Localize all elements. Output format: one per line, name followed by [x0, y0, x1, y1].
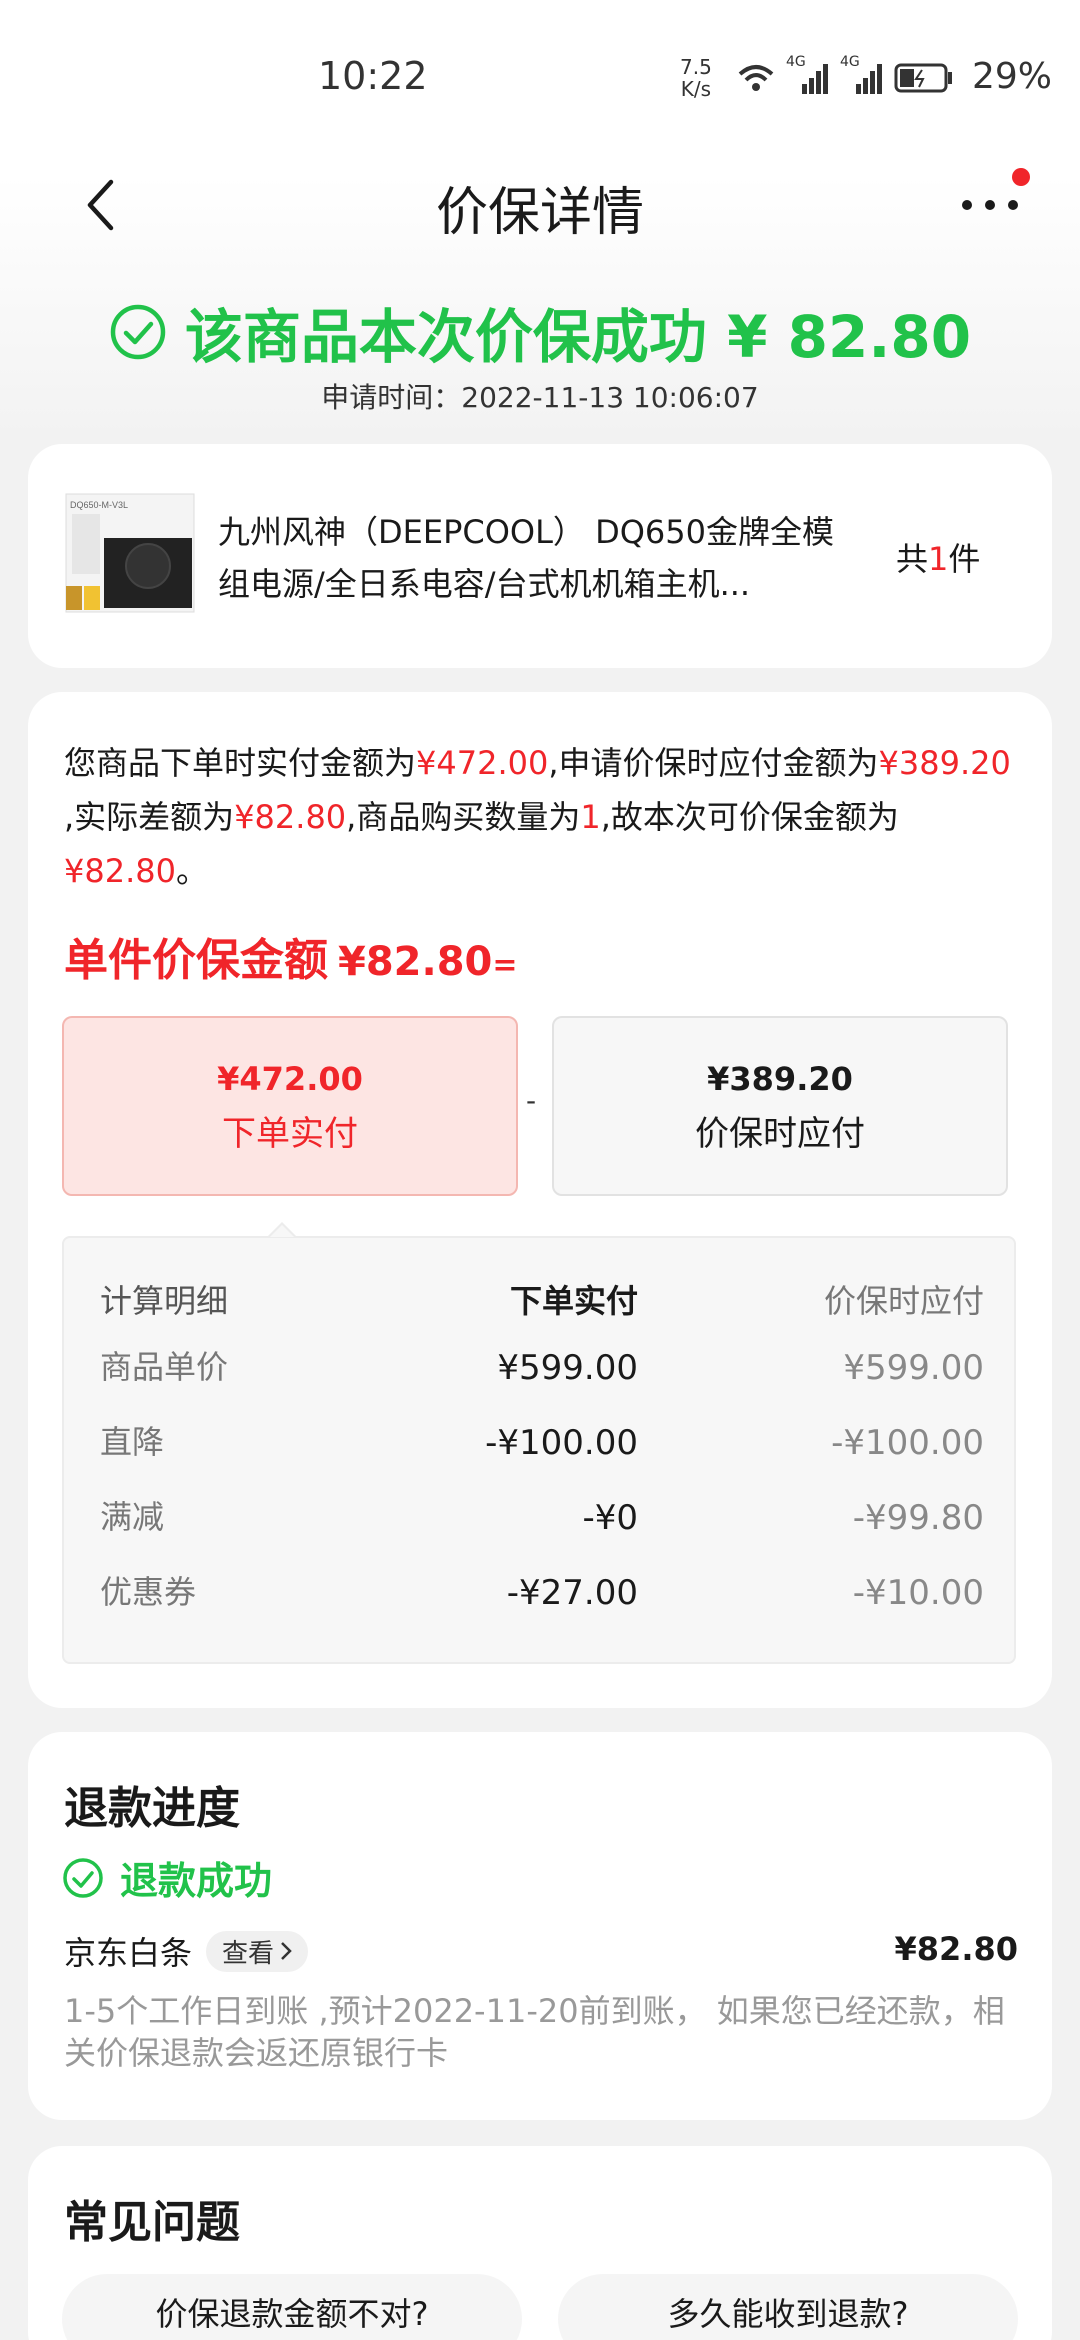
protect-box-amount: ¥389.20 [707, 1060, 853, 1098]
power-supply-image: DQ650-M-V3L [65, 493, 195, 613]
faq-item-amount-wrong[interactable]: 价保退款金额不对? [62, 2274, 522, 2340]
refund-status-text: 退款成功 [120, 1859, 273, 1903]
success-text: 该商品本次价保成功 ¥ 82.80 [184, 303, 972, 371]
unit-price-protect: 单件价保金额 ¥82.80 = [64, 924, 518, 988]
refund-title: 退款进度 [64, 1783, 240, 1834]
minus-sign: - [526, 1084, 537, 1117]
check-circle-icon [63, 1857, 103, 1898]
calc-row-label: 优惠券 [100, 1573, 197, 1611]
paid-box[interactable]: ¥472.00 下单实付 [62, 1016, 518, 1196]
calc-header-label: 计算明细 [100, 1282, 229, 1320]
product-count: 共1件 [896, 534, 980, 580]
refund-note: 1-5个工作日到账 ,预计2022-11-20前到账， 如果您已经还款，相关价保… [64, 1992, 1005, 2072]
final-amount: ¥82.80 [64, 852, 176, 890]
calc-row-paid: ¥599.00 [497, 1348, 638, 1388]
faq-item-refund-time[interactable]: 多久能收到退款? [558, 2274, 1018, 2340]
diff-amount: ¥82.80 [234, 798, 347, 836]
calc-row: 商品单价 ¥599.00 ¥599.00 [64, 1348, 1018, 1408]
calc-header-protect: 价保时应付 [823, 1282, 984, 1320]
nav-bar: 价保详情 [0, 150, 1080, 260]
calc-row-label: 商品单价 [100, 1348, 229, 1386]
calc-row-label: 直降 [100, 1423, 165, 1461]
calc-row-label: 满减 [100, 1498, 165, 1536]
product-name: 九州风神（DEEPCOOL） DQ650金牌全模组电源/全日系电容/台式机机箱主… [218, 513, 835, 603]
calc-row-protect: -¥10.00 [852, 1573, 984, 1613]
battery-icon [894, 63, 952, 93]
refund-progress-card: 退款进度 退款成功 京东白条 查看 ¥82.80 1-5个工作日到账 ,预计20… [28, 1732, 1052, 2120]
desc-part-4: ,商品购买数量为 [346, 798, 581, 836]
unit-label: 单件价保金额 [64, 935, 328, 986]
notification-dot [1012, 168, 1030, 186]
calc-row-paid: -¥100.00 [485, 1423, 638, 1463]
chevron-right-icon [281, 1942, 292, 1960]
status-bar: 10:22 7.5 K/s 4G 4G 29% [0, 0, 1080, 150]
price-protect-detail-card: 您商品下单时实付金额为¥472.00,申请价保时应付金额为¥389.20 ,实际… [28, 692, 1052, 1708]
faq-card: 常见问题 价保退款金额不对? 多久能收到退款? [28, 2146, 1052, 2340]
protect-amount: ¥389.20 [878, 744, 1011, 782]
equals-sign: = [492, 948, 518, 983]
signal-icon-2: 4G [840, 54, 884, 96]
net-speed-unit: K/s [680, 77, 712, 101]
calc-header-paid: 下单实付 [509, 1282, 638, 1320]
desc-part-3: ,实际差额为 [64, 798, 235, 836]
success-banner: 该商品本次价保成功 ¥ 82.80 [0, 290, 1080, 374]
calc-row-paid: -¥0 [582, 1498, 638, 1538]
unit-amount: ¥82.80 [338, 939, 493, 985]
count-prefix: 共 [896, 540, 929, 578]
paid-box-label: 下单实付 [222, 1114, 358, 1154]
calc-table: 计算明细 下单实付 价保时应付 商品单价 ¥599.00 ¥599.00 直降 … [62, 1236, 1016, 1664]
calc-header-row: 计算明细 下单实付 价保时应付 [64, 1276, 1018, 1336]
quantity: 1 [580, 798, 601, 836]
protect-box-label: 价保时应付 [695, 1114, 865, 1154]
desc-part-5: ,故本次可价保金额为 [600, 798, 899, 836]
net-speed: 7.5 K/s [680, 56, 712, 100]
calc-pointer-inner [270, 1225, 294, 1237]
back-button[interactable] [70, 170, 130, 240]
product-image-label: DQ650-M-V3L [70, 500, 128, 510]
chevron-left-icon [87, 179, 114, 231]
refund-method-label: 京东白条 [64, 1934, 193, 1972]
refund-amount: ¥82.80 [894, 1930, 1018, 1968]
signal-icon-1: 4G [786, 54, 830, 96]
status-time: 10:22 [318, 54, 428, 98]
product-card[interactable]: DQ650-M-V3L 九州风神（DEEPCOOL） DQ650金牌全模组电源/… [28, 444, 1052, 668]
paid-box-amount: ¥472.00 [217, 1060, 363, 1098]
calc-row: 优惠券 -¥27.00 -¥10.00 [64, 1573, 1018, 1633]
count-value: 1 [928, 540, 949, 578]
refund-status: 退款成功 [62, 1850, 272, 1905]
calc-row-protect: ¥599.00 [843, 1348, 984, 1388]
calc-row: 直降 -¥100.00 -¥100.00 [64, 1423, 1018, 1483]
calc-row-protect: -¥99.80 [852, 1498, 984, 1538]
desc-part-6: 。 [175, 852, 208, 890]
refund-method: 京东白条 查看 [64, 1928, 309, 1974]
calc-row-paid: -¥27.00 [506, 1573, 638, 1613]
desc-part-1: 您商品下单时实付金额为 [64, 744, 417, 782]
calc-row-protect: -¥100.00 [831, 1423, 984, 1463]
more-icon [962, 200, 1018, 210]
view-label: 查看 [222, 1938, 275, 1969]
detail-description: 您商品下单时实付金额为¥472.00,申请价保时应付金额为¥389.20 ,实际… [64, 736, 1024, 898]
wifi-icon [738, 65, 774, 91]
desc-part-2: ,申请价保时应付金额为 [548, 744, 879, 782]
check-circle-icon [110, 304, 166, 360]
product-image[interactable]: DQ650-M-V3L [64, 488, 196, 620]
protect-box[interactable]: ¥389.20 价保时应付 [552, 1016, 1008, 1196]
battery-percent: 29% [972, 56, 1053, 97]
status-icons: 4G 4G [736, 54, 954, 98]
calc-row: 满减 -¥0 -¥99.80 [64, 1498, 1018, 1558]
page-title: 价保详情 [435, 183, 644, 243]
paid-amount: ¥472.00 [416, 744, 549, 782]
net-speed-value: 7.5 [680, 55, 712, 79]
apply-time: 申请时间：2022-11-13 10:06:07 [321, 381, 759, 414]
count-suffix: 件 [948, 540, 981, 578]
view-button[interactable]: 查看 [206, 1930, 309, 1972]
faq-title: 常见问题 [64, 2197, 240, 2248]
